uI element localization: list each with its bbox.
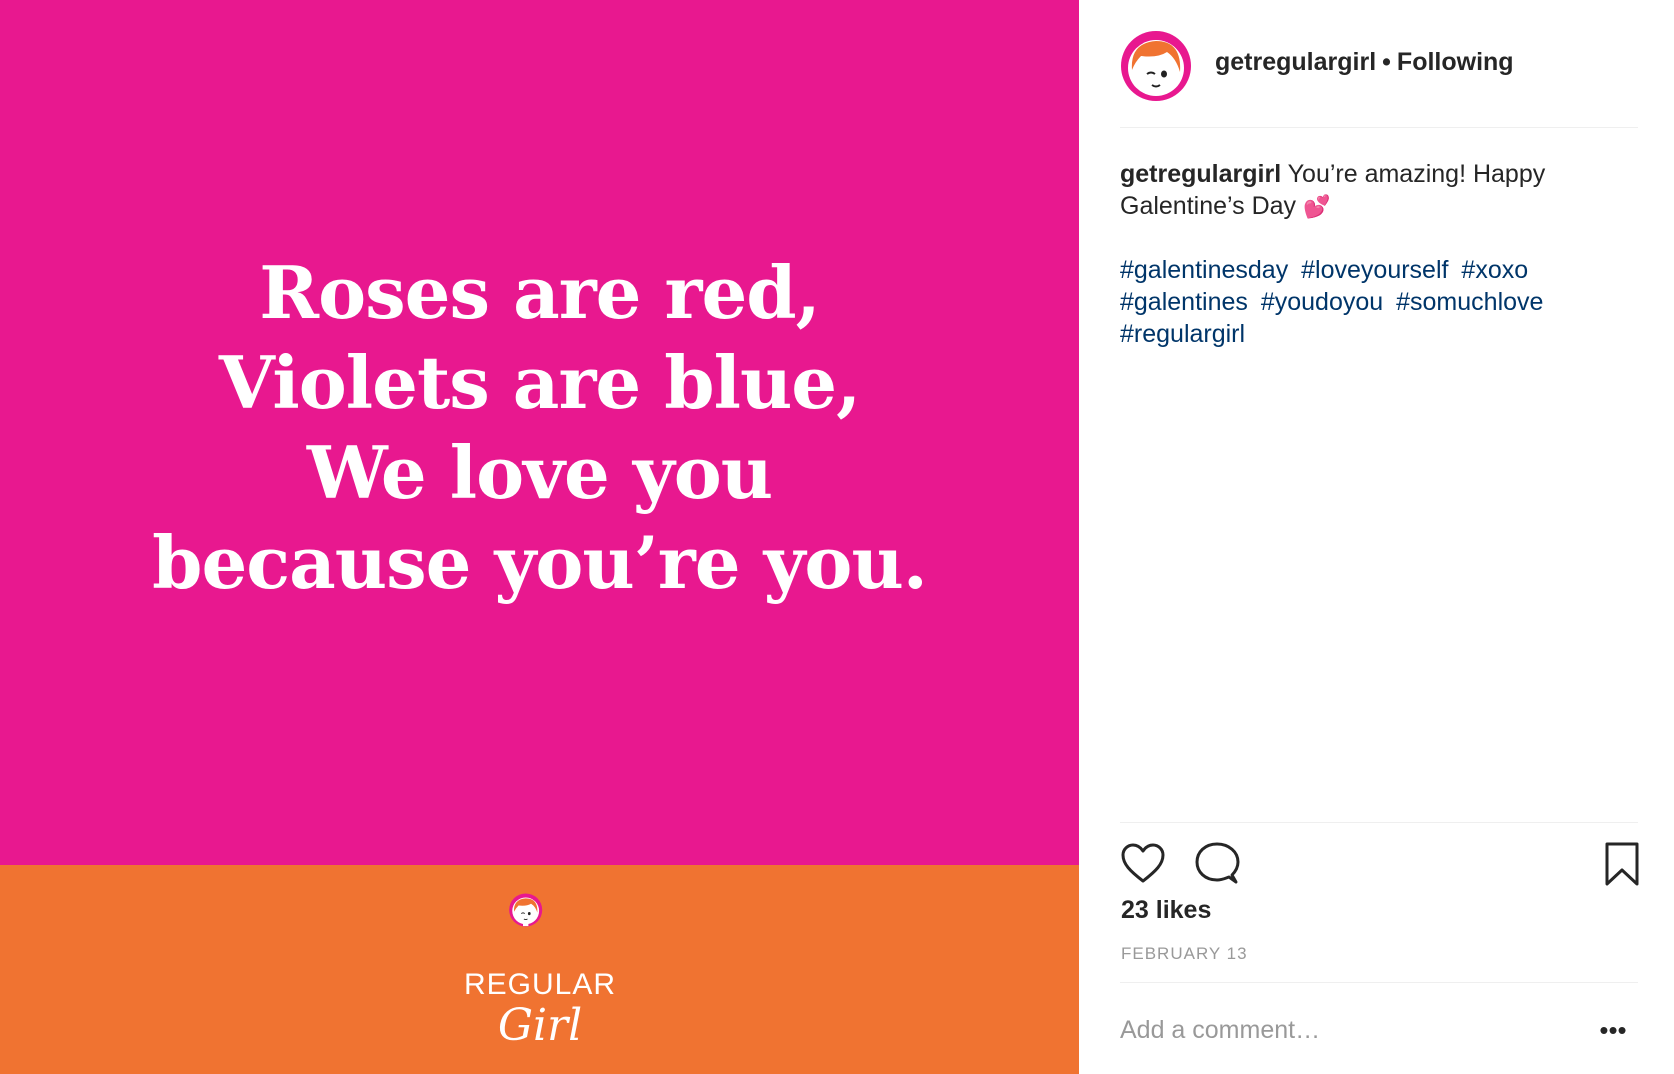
two-hearts-emoji: 💕 [1302, 194, 1331, 219]
more-options-button[interactable]: ••• [1598, 1017, 1628, 1043]
post-header: getregulargirl • Following [1215, 48, 1514, 77]
add-comment-input[interactable] [1120, 1010, 1560, 1050]
hashtag-list: #galentinesday #loveyourself #xoxo #gale… [1120, 254, 1600, 350]
caption-username-link[interactable]: getregulargirl [1120, 160, 1281, 188]
post-poem-text: Roses are red, Violets are blue, We love… [0, 248, 1079, 608]
header-divider [1120, 127, 1638, 128]
poem-line-1: Roses are red, [259, 250, 820, 335]
hashtag-link[interactable]: #somuchlove [1396, 288, 1543, 316]
hashtag-link[interactable]: #loveyourself [1301, 256, 1448, 284]
brand-script-word: Girl [497, 1000, 583, 1051]
poem-line-4: because you’re you. [152, 520, 928, 605]
hashtag-link[interactable]: #regulargirl [1120, 320, 1245, 348]
poem-line-3: We love you [306, 430, 773, 515]
hashtag-link[interactable]: #xoxo [1461, 256, 1528, 284]
hashtag-link[interactable]: #galentinesday [1120, 256, 1288, 284]
post-date[interactable]: FEBRUARY 13 [1121, 944, 1248, 964]
actions-top-divider [1120, 822, 1638, 823]
heart-icon[interactable] [1120, 842, 1166, 884]
following-button[interactable]: Following [1397, 48, 1514, 76]
regular-girl-logo [509, 893, 543, 927]
comment-bubble-icon[interactable] [1194, 841, 1240, 887]
comment-divider [1120, 982, 1638, 983]
brand-wordmark: REGULAR [463, 968, 617, 1001]
header-separator: • [1382, 48, 1391, 76]
bookmark-icon[interactable] [1604, 841, 1640, 887]
post-caption: getregulargirl You’re amazing! Happy Gal… [1120, 158, 1620, 223]
profile-avatar[interactable] [1120, 30, 1192, 102]
header-username-link[interactable]: getregulargirl [1215, 48, 1376, 76]
poem-line-2: Violets are blue, [218, 340, 861, 425]
hashtag-link[interactable]: #youdoyou [1261, 288, 1383, 316]
likes-count[interactable]: 23 likes [1121, 896, 1211, 925]
hashtag-link[interactable]: #galentines [1120, 288, 1248, 316]
